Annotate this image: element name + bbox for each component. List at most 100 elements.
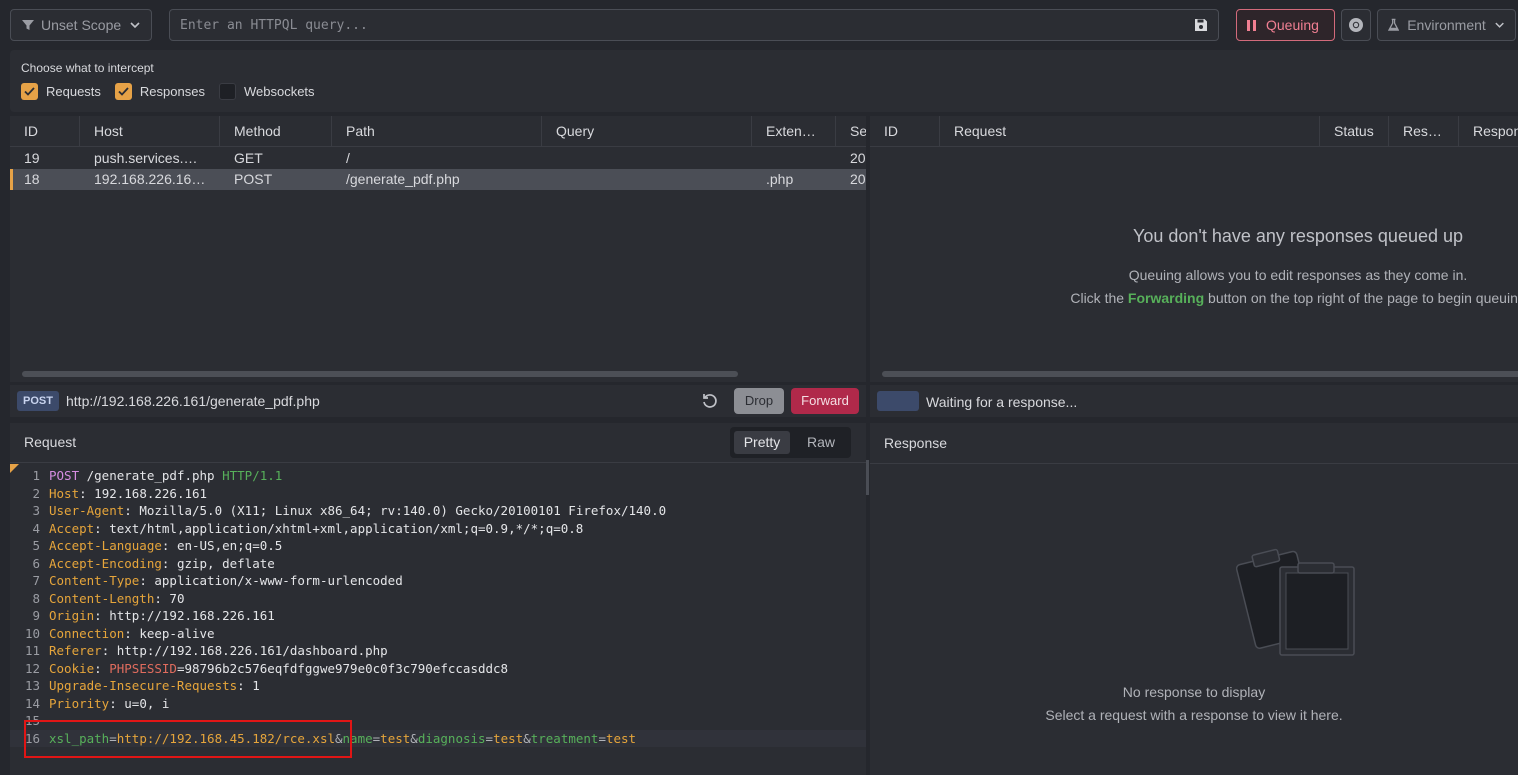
- empty-state-text: Queuing allows you to edit responses as …: [1128, 267, 1468, 283]
- top-toolbar: Unset Scope Queuing Environment: [0, 0, 1518, 48]
- code-line: 2 Host: 192.168.226.161: [32, 485, 208, 501]
- cell-path: /generate_pdf.php: [346, 171, 460, 187]
- requests-checkbox[interactable]: Requests: [21, 83, 101, 100]
- response-action-bar: Waiting for a response...: [870, 385, 1518, 417]
- filter-icon: [22, 20, 34, 30]
- scope-dropdown[interactable]: Unset Scope: [10, 9, 152, 41]
- code-line: 6 Accept-Encoding: gzip, deflate: [32, 555, 275, 571]
- empty-response-hint: Select a request with a response to view…: [1045, 707, 1343, 723]
- pause-icon: [1247, 19, 1256, 31]
- chrome-icon: [1349, 18, 1363, 32]
- table-row-selected[interactable]: 18 192.168.226.16… POST /generate_pdf.ph…: [10, 169, 866, 190]
- column-method[interactable]: Method: [220, 116, 332, 147]
- code-line: 1 POST /generate_pdf.php HTTP/1.1: [32, 468, 283, 483]
- unchecked-box: [218, 83, 236, 100]
- cell-method: GET: [234, 150, 263, 166]
- httpql-search: [169, 9, 1219, 41]
- response-queue-table: ID Request Status Res… Respon You don't …: [870, 116, 1518, 382]
- column-host[interactable]: Host: [80, 116, 220, 147]
- column-extension[interactable]: Exten…: [752, 116, 836, 147]
- horizontal-scrollbar[interactable]: [22, 371, 738, 377]
- code-line: 7 Content-Type: application/x-www-form-ur…: [32, 573, 403, 588]
- view-toggle: Pretty Raw: [730, 427, 851, 458]
- editor-header: Request Pretty Raw: [10, 423, 866, 463]
- intercept-title: Choose what to intercept: [21, 61, 154, 75]
- table-header: ID Host Method Path Query Exten… Se: [10, 116, 866, 147]
- cell-extension: .php: [766, 171, 794, 187]
- tab-raw[interactable]: Raw: [795, 431, 847, 454]
- request-url: http://192.168.226.161/generate_pdf.php: [66, 393, 320, 409]
- environment-dropdown[interactable]: Environment: [1377, 9, 1516, 41]
- highlight-annotation: [24, 720, 352, 758]
- responses-label: Responses: [139, 84, 205, 99]
- cell-extension: [752, 148, 836, 169]
- code-line: 11 Referer: http://192.168.226.161/dashbo…: [24, 643, 388, 658]
- column-request[interactable]: Request: [940, 116, 1320, 147]
- response-title: Response: [884, 435, 948, 451]
- check-icon: [21, 83, 38, 100]
- empty-state-hint: Click the Forwarding button on the top r…: [1070, 290, 1518, 306]
- code-line: 8 Content-Length: 70: [32, 590, 185, 606]
- cell-path: /: [346, 150, 350, 166]
- column-response[interactable]: Res…: [1389, 116, 1459, 147]
- cell-query: [542, 169, 752, 190]
- table-header: ID Request Status Res… Respon: [870, 116, 1518, 147]
- request-editor: Request Pretty Raw 1 POST /generate_pdf.p…: [10, 423, 866, 775]
- panel-resize-handle[interactable]: [866, 460, 869, 495]
- websockets-checkbox[interactable]: Websockets: [218, 83, 315, 100]
- tab-pretty[interactable]: Pretty: [734, 431, 790, 454]
- editor-header: Response: [870, 423, 1518, 464]
- cell-status: 20: [850, 150, 866, 166]
- horizontal-scrollbar[interactable]: [882, 371, 1518, 377]
- scope-label: Unset Scope: [41, 17, 122, 33]
- column-id[interactable]: ID: [870, 116, 940, 147]
- cell-method: POST: [234, 171, 273, 187]
- column-id[interactable]: ID: [10, 116, 80, 147]
- request-queue-table: ID Host Method Path Query Exten… Se 19 p…: [10, 116, 866, 382]
- request-action-bar: POST http://192.168.226.161/generate_pdf…: [10, 385, 866, 417]
- queuing-label: Queuing: [1266, 17, 1319, 33]
- request-title: Request: [24, 434, 77, 450]
- code-line: 9 Origin: http://192.168.226.161: [32, 608, 275, 623]
- intercept-options: Choose what to intercept Requests Respon…: [10, 50, 1518, 112]
- method-badge: POST: [17, 391, 59, 411]
- drop-button[interactable]: Drop: [734, 388, 784, 414]
- response-editor: Response No response to display Select a…: [870, 423, 1518, 775]
- queuing-button[interactable]: Queuing: [1236, 9, 1335, 41]
- chevron-down-icon: [1495, 22, 1504, 28]
- column-response-length[interactable]: Respon: [1459, 116, 1518, 147]
- save-icon[interactable]: [1194, 18, 1208, 32]
- websockets-label: Websockets: [243, 84, 315, 99]
- waiting-status: Waiting for a response...: [926, 394, 1078, 410]
- chevron-down-icon: [130, 22, 140, 29]
- environment-label: Environment: [1407, 17, 1486, 33]
- column-path[interactable]: Path: [332, 116, 542, 147]
- responses-checkbox[interactable]: Responses: [114, 83, 205, 100]
- cell-id: 18: [24, 171, 40, 187]
- cell-status: 20: [850, 171, 866, 187]
- empty-response-title: No response to display: [1122, 684, 1266, 700]
- code-line: 10 Connection: keep-alive: [24, 625, 215, 641]
- check-icon: [114, 83, 132, 100]
- empty-state-title: You don't have any responses queued up: [1132, 226, 1464, 246]
- cell-id: 19: [24, 150, 40, 166]
- httpql-input[interactable]: [180, 17, 1194, 33]
- table-row[interactable]: 19 push.services.… GET / 20: [10, 148, 866, 169]
- cell-host: 192.168.226.16…: [94, 171, 206, 187]
- code-line: 4 Accept: text/html,application/xhtml+xml…: [32, 520, 584, 536]
- forwarding-highlight: Forwarding: [1127, 290, 1205, 306]
- requests-label: Requests: [46, 84, 101, 99]
- code-line: 5 Accept-Language: en-US,en;q=0.5: [32, 538, 283, 553]
- flask-icon: [1388, 18, 1400, 31]
- column-query[interactable]: Query: [542, 116, 752, 147]
- column-status[interactable]: Status: [1320, 116, 1389, 147]
- response-status-badge: [877, 391, 919, 411]
- code-line: 13 Upgrade-Insecure-Requests: 1: [24, 678, 260, 693]
- reset-icon[interactable]: [700, 391, 720, 411]
- forward-button[interactable]: Forward: [791, 388, 859, 414]
- cell-query: [542, 148, 752, 169]
- browser-button[interactable]: [1341, 9, 1371, 41]
- column-status[interactable]: Se: [836, 116, 866, 147]
- cell-host: push.services.…: [94, 150, 198, 166]
- code-line: 3 User-Agent: Mozilla/5.0 (X11; Linux x86…: [32, 503, 667, 518]
